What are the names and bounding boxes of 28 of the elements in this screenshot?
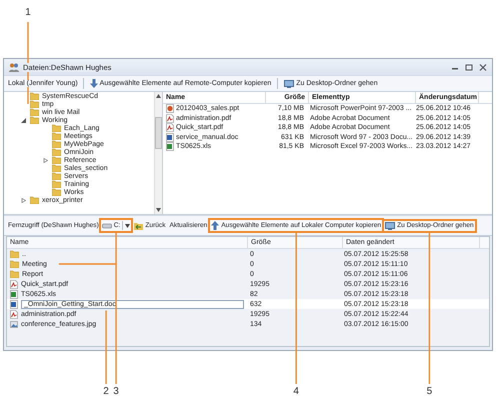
caret-icon (125, 224, 130, 228)
drive-icon (102, 222, 112, 228)
monitor-icon (385, 222, 396, 230)
callout-number: 1 (25, 7, 31, 18)
monitor-icon (284, 80, 294, 88)
close-icon[interactable] (479, 64, 487, 70)
up-arrow-icon (211, 221, 220, 230)
callout-number: 3 (113, 386, 119, 397)
image-file-icon (10, 320, 18, 328)
document-file-icon (166, 132, 174, 142)
folder-icon (30, 196, 39, 204)
scroll-down-icon[interactable] (156, 208, 161, 212)
expand-arrow-icon[interactable] (21, 198, 26, 202)
people-icon (9, 62, 19, 72)
scroll-thumb[interactable] (155, 117, 162, 149)
collapse-arrow-icon[interactable] (21, 118, 26, 122)
expand-arrow-icon[interactable] (43, 158, 48, 162)
callout-number: 5 (426, 386, 432, 397)
pdf-file-icon (10, 280, 18, 288)
pdf-file-icon (10, 310, 18, 318)
callout-number: 2 (103, 386, 109, 397)
callout-number: 4 (293, 386, 299, 397)
folder-back-icon (134, 222, 144, 230)
scroll-up-icon[interactable] (156, 94, 161, 98)
spreadsheet-file-icon (166, 142, 174, 152)
maximize-icon[interactable] (465, 64, 473, 70)
down-arrow-icon (90, 79, 98, 88)
scrollbar[interactable] (154, 92, 162, 214)
